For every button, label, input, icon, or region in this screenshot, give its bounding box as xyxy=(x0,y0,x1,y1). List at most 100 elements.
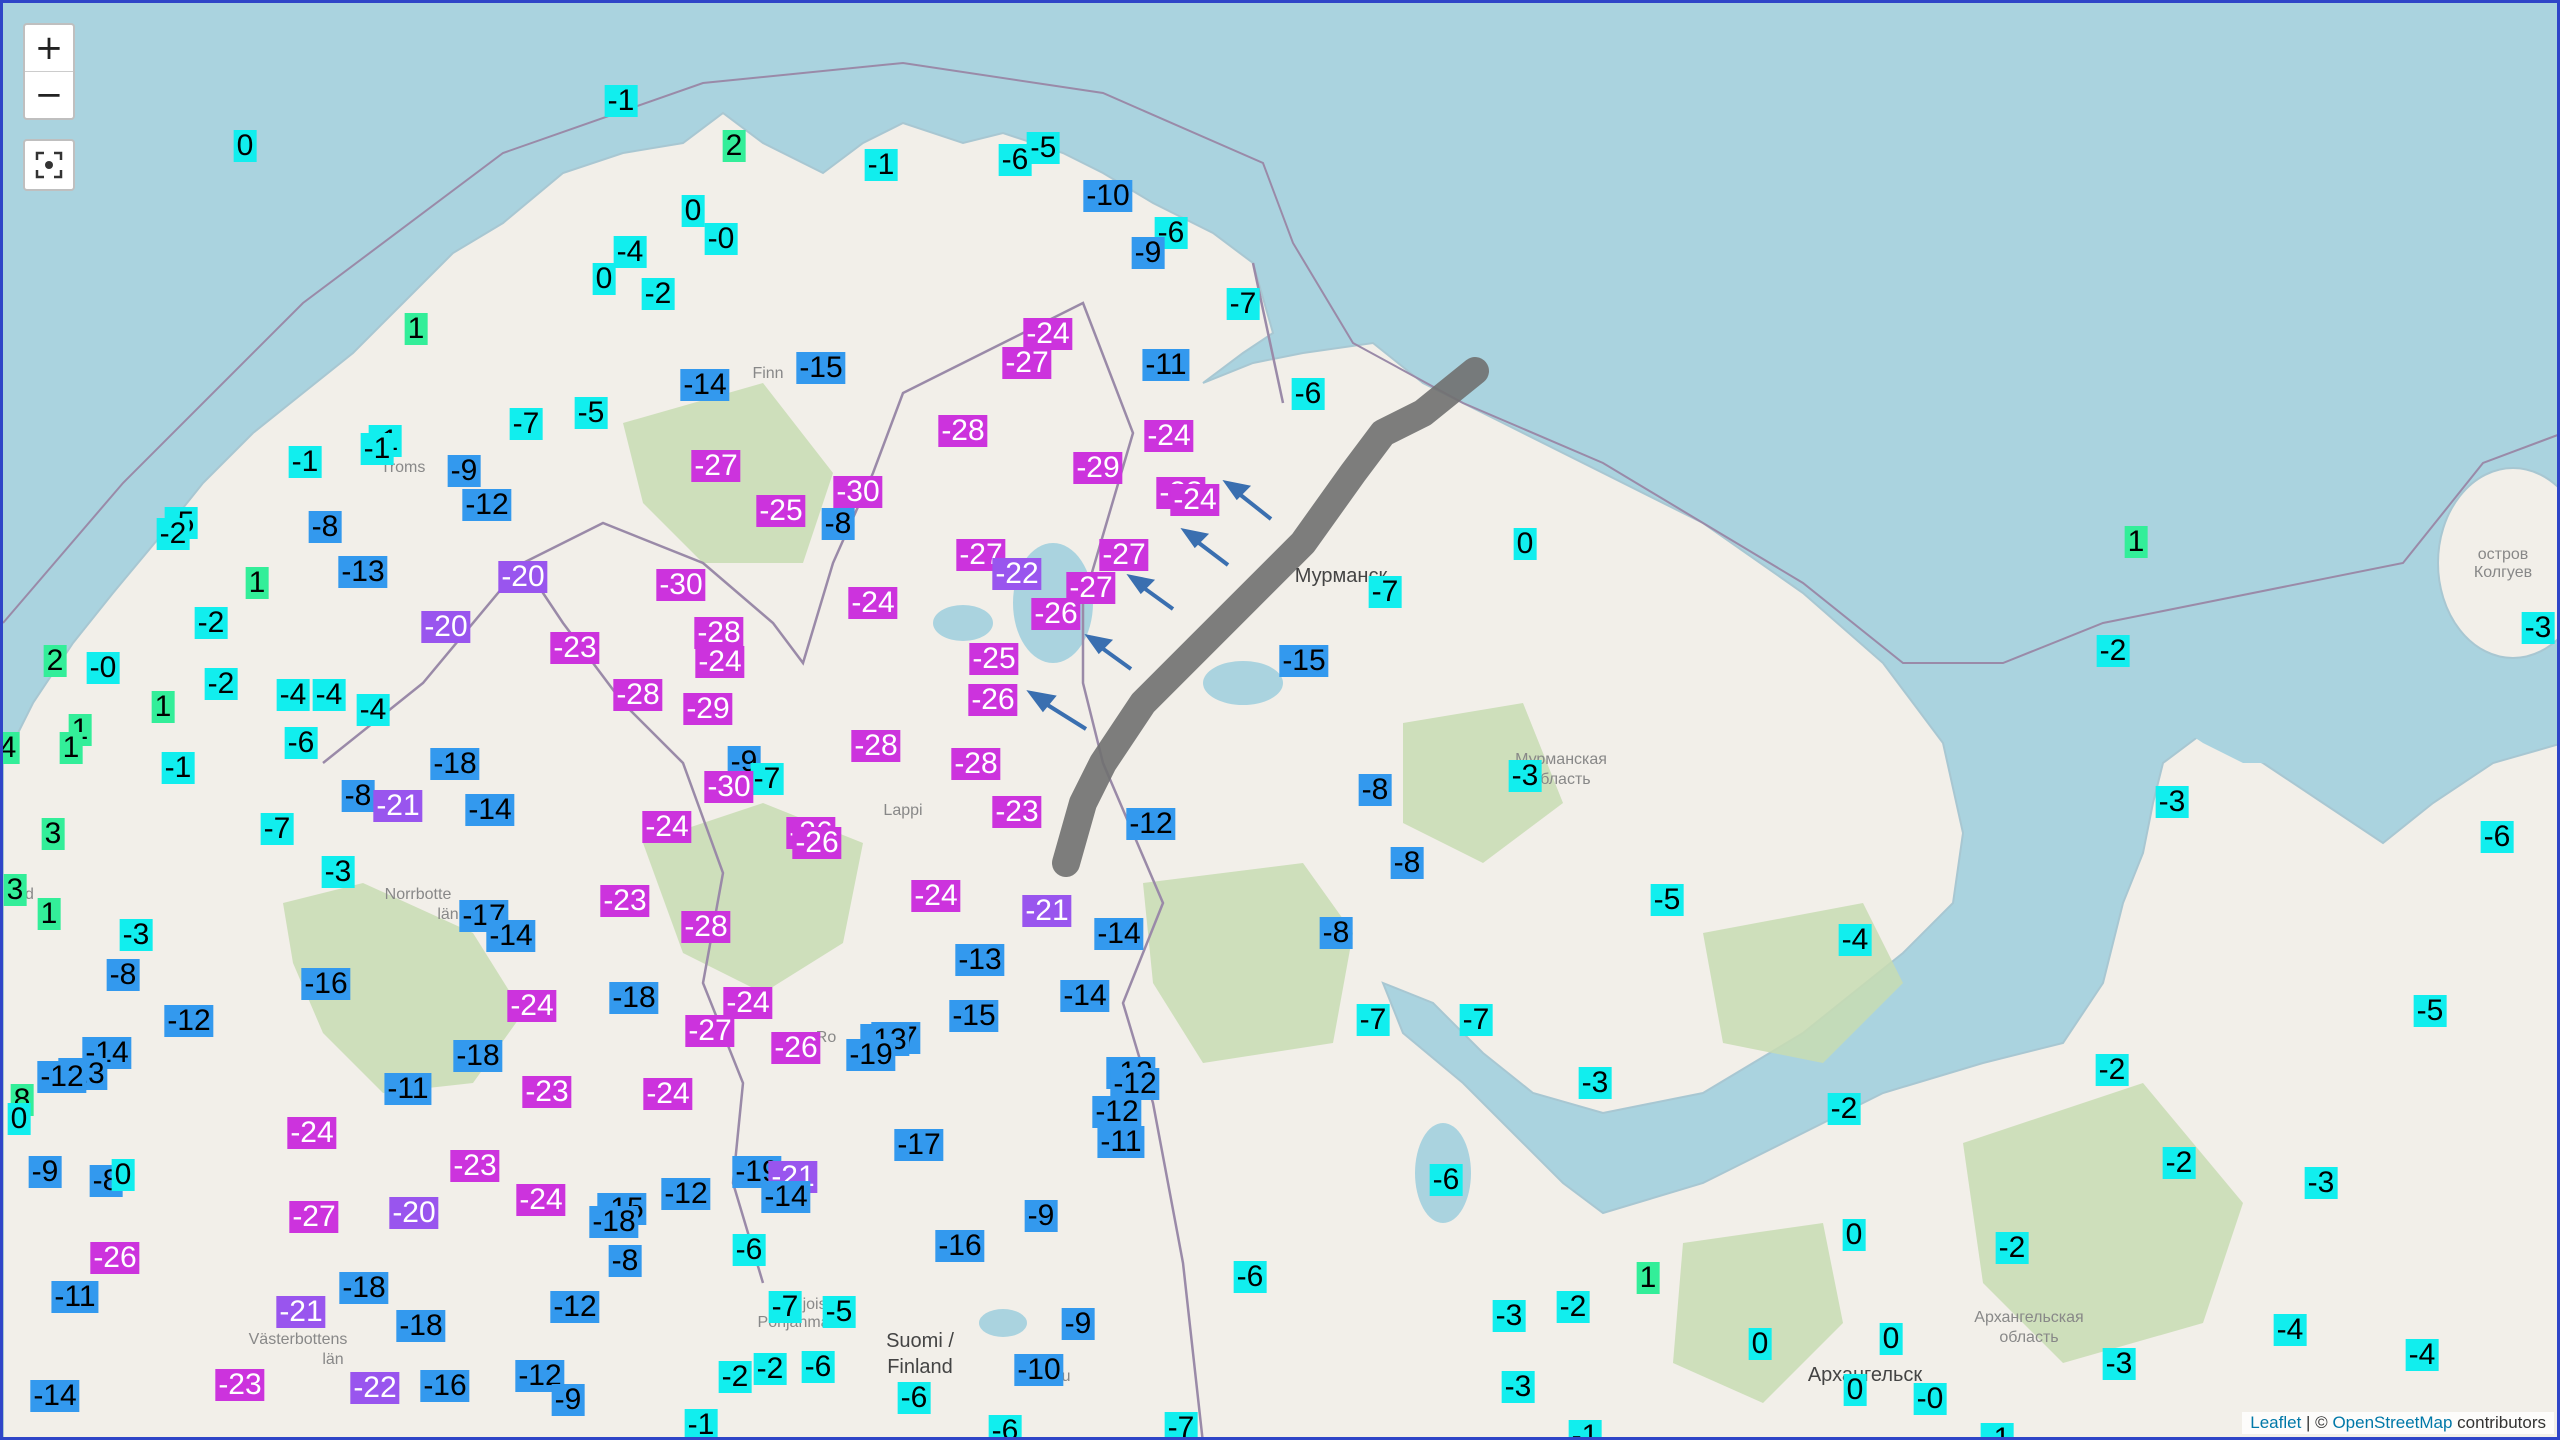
temperature-marker[interactable]: -1 xyxy=(288,446,322,478)
temperature-marker[interactable]: -0 xyxy=(704,223,738,255)
temperature-marker[interactable]: -24 xyxy=(643,1078,693,1110)
temperature-marker[interactable]: -8 xyxy=(1390,847,1424,879)
temperature-marker[interactable]: -14 xyxy=(1094,918,1144,950)
temperature-marker[interactable]: -3 xyxy=(2304,1167,2338,1199)
temperature-marker[interactable]: -8 xyxy=(106,959,140,991)
temperature-marker[interactable]: 0 xyxy=(1843,1374,1867,1406)
temperature-marker[interactable]: 0 xyxy=(1748,1328,1772,1360)
temperature-marker[interactable]: -13 xyxy=(955,944,1005,976)
temperature-marker[interactable]: 1 xyxy=(151,691,175,723)
temperature-marker[interactable]: -12 xyxy=(1092,1096,1142,1128)
temperature-marker[interactable]: -24 xyxy=(1170,484,1220,516)
temperature-marker[interactable]: -17 xyxy=(894,1129,944,1161)
temperature-marker[interactable]: -9 xyxy=(1061,1308,1095,1340)
temperature-marker[interactable]: -11 xyxy=(1142,349,1190,381)
temperature-marker[interactable]: -23 xyxy=(215,1369,265,1401)
temperature-marker[interactable]: -30 xyxy=(833,476,883,508)
temperature-marker[interactable]: -23 xyxy=(600,885,650,917)
temperature-marker[interactable]: 1 xyxy=(2124,526,2148,558)
temperature-marker[interactable]: -27 xyxy=(1099,539,1149,571)
temperature-marker[interactable]: -16 xyxy=(301,968,351,1000)
temperature-marker[interactable]: -25 xyxy=(756,495,806,527)
temperature-marker[interactable]: -30 xyxy=(656,569,706,601)
temperature-marker[interactable]: -14 xyxy=(680,369,730,401)
temperature-marker[interactable]: -20 xyxy=(498,561,548,593)
temperature-marker[interactable]: -2 xyxy=(1827,1093,1861,1125)
temperature-marker[interactable]: -2 xyxy=(641,278,675,310)
temperature-marker[interactable]: -2 xyxy=(2162,1147,2196,1179)
temperature-marker[interactable]: -21 xyxy=(276,1296,326,1328)
temperature-marker[interactable]: -6 xyxy=(988,1415,1022,1437)
temperature-marker[interactable]: -28 xyxy=(851,730,901,762)
temperature-marker[interactable]: 0 xyxy=(1513,528,1537,560)
temperature-marker[interactable]: 2 xyxy=(43,645,67,677)
temperature-marker[interactable]: -28 xyxy=(938,415,988,447)
temperature-marker[interactable]: -3 xyxy=(321,856,355,888)
temperature-marker[interactable]: -6 xyxy=(2480,821,2514,853)
temperature-marker[interactable]: -1 xyxy=(1568,1420,1602,1437)
temperature-marker[interactable]: -18 xyxy=(430,748,480,780)
temperature-marker[interactable]: 0 xyxy=(7,1103,31,1135)
temperature-marker[interactable]: -26 xyxy=(968,684,1018,716)
temperature-marker[interactable]: -16 xyxy=(935,1230,985,1262)
temperature-marker[interactable]: -2 xyxy=(2096,635,2130,667)
temperature-marker[interactable]: 3 xyxy=(3,874,27,906)
temperature-marker[interactable]: -20 xyxy=(389,1197,439,1229)
temperature-marker[interactable]: -3 xyxy=(1508,760,1542,792)
temperature-marker[interactable]: -11 xyxy=(384,1073,432,1105)
temperature-marker[interactable]: -14 xyxy=(465,794,515,826)
temperature-marker[interactable]: -21 xyxy=(373,790,423,822)
temperature-marker[interactable]: -11 xyxy=(51,1281,99,1313)
temperature-marker[interactable]: -14 xyxy=(1060,980,1110,1012)
temperature-marker[interactable]: -9 xyxy=(551,1384,585,1416)
temperature-marker[interactable]: -6 xyxy=(998,144,1032,176)
temperature-marker[interactable]: -3 xyxy=(2155,786,2189,818)
temperature-marker[interactable]: -24 xyxy=(911,880,961,912)
temperature-marker[interactable]: -8 xyxy=(341,780,375,812)
temperature-marker[interactable]: -8 xyxy=(308,511,342,543)
temperature-marker[interactable]: -6 xyxy=(1233,1261,1267,1293)
temperature-marker[interactable]: -2 xyxy=(718,1361,752,1393)
temperature-marker[interactable]: -9 xyxy=(447,455,481,487)
temperature-marker[interactable]: -12 xyxy=(462,489,512,521)
temperature-marker[interactable]: -7 xyxy=(260,813,294,845)
temperature-marker[interactable]: -4 xyxy=(2405,1339,2439,1371)
temperature-marker[interactable]: -5 xyxy=(822,1296,856,1328)
temperature-marker[interactable]: 0 xyxy=(233,130,257,162)
temperature-marker[interactable]: -1 xyxy=(864,149,898,181)
map-view[interactable]: МурманскАрхангельскSuomi /FinlandLappiМу… xyxy=(0,0,2560,1440)
temperature-marker[interactable]: -8 xyxy=(821,508,855,540)
temperature-marker[interactable]: -2 xyxy=(156,518,190,550)
osm-link[interactable]: OpenStreetMap xyxy=(2332,1413,2452,1432)
temperature-marker[interactable]: -9 xyxy=(1024,1200,1058,1232)
temperature-marker[interactable]: 0 xyxy=(111,1159,135,1191)
temperature-marker[interactable]: -7 xyxy=(750,763,784,795)
temperature-marker[interactable]: -4 xyxy=(312,679,346,711)
temperature-marker[interactable]: -1 xyxy=(360,433,394,465)
temperature-marker[interactable]: -2 xyxy=(2095,1054,2129,1086)
temperature-marker[interactable]: -22 xyxy=(350,1372,400,1404)
temperature-marker[interactable]: -0 xyxy=(86,652,120,684)
temperature-marker[interactable]: -12 xyxy=(164,1005,214,1037)
temperature-marker[interactable]: -6 xyxy=(284,727,318,759)
temperature-marker[interactable]: -15 xyxy=(949,1000,999,1032)
temperature-marker[interactable]: -6 xyxy=(801,1351,835,1383)
temperature-marker[interactable]: -19 xyxy=(846,1039,896,1071)
temperature-marker[interactable]: -8 xyxy=(1358,774,1392,806)
temperature-marker[interactable]: -9 xyxy=(1131,237,1165,269)
temperature-marker[interactable]: -11 xyxy=(1097,1126,1145,1158)
temperature-marker[interactable]: -28 xyxy=(951,748,1001,780)
temperature-marker[interactable]: -6 xyxy=(897,1382,931,1414)
temperature-marker[interactable]: -26 xyxy=(90,1242,140,1274)
temperature-marker[interactable]: -2 xyxy=(1556,1291,1590,1323)
temperature-marker[interactable]: -23 xyxy=(450,1150,500,1182)
temperature-marker[interactable]: -24 xyxy=(695,646,745,678)
temperature-marker[interactable]: -14 xyxy=(30,1380,80,1412)
temperature-marker[interactable]: -4 xyxy=(276,679,310,711)
temperature-marker[interactable]: -29 xyxy=(1073,452,1123,484)
temperature-marker[interactable]: -1 xyxy=(161,752,195,784)
temperature-marker[interactable]: 1 xyxy=(37,898,61,930)
fullscreen-button[interactable] xyxy=(23,139,75,191)
temperature-marker[interactable]: 4 xyxy=(3,732,20,764)
temperature-marker[interactable]: -28 xyxy=(613,679,663,711)
